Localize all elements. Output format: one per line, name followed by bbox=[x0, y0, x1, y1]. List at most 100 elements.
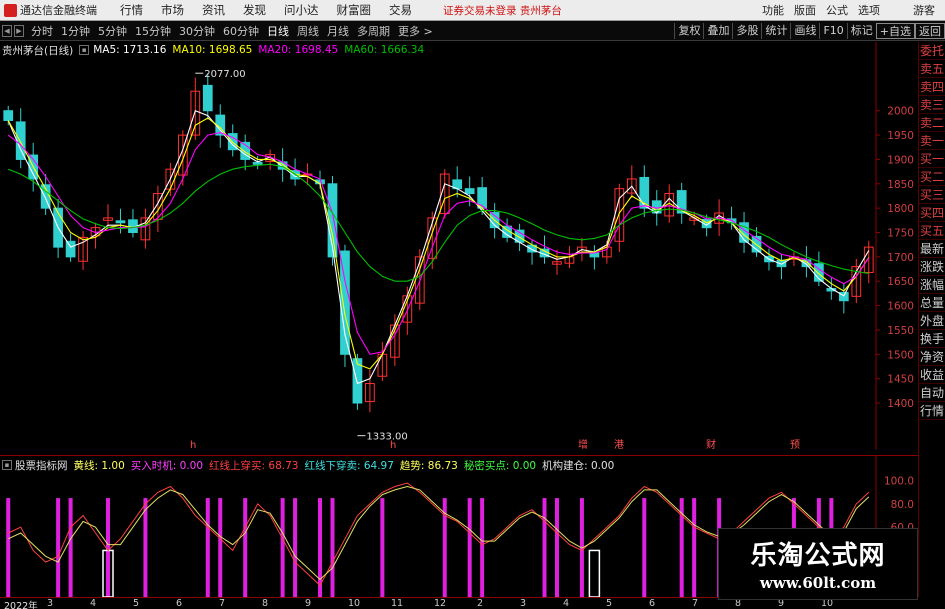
price-tick-label: 1600 bbox=[887, 301, 914, 313]
event-marker: 港 bbox=[614, 439, 624, 450]
indicator-bar bbox=[68, 498, 73, 597]
event-marker: 预 bbox=[790, 439, 800, 450]
login-alert[interactable]: 证券交易未登录 贵州茅台 bbox=[443, 3, 562, 18]
sidebar-item-volume[interactable]: 总量 bbox=[919, 294, 945, 312]
sidebar-item-sell1[interactable]: 卖一 bbox=[919, 132, 945, 150]
sidebar-item-buy5[interactable]: 买五 bbox=[919, 222, 945, 240]
indicator-settings-icon[interactable]: ▪ bbox=[2, 460, 12, 470]
time-axis-label: 4 bbox=[563, 598, 570, 609]
candle-body bbox=[464, 188, 475, 195]
back-button[interactable]: 返回 bbox=[915, 22, 945, 39]
multi-stock-button[interactable]: 多股 bbox=[732, 22, 761, 39]
ma60-label: MA60: 1666.34 bbox=[344, 44, 425, 56]
period-more[interactable]: 更多 > bbox=[394, 23, 437, 39]
sidebar-item-latest[interactable]: 最新 bbox=[919, 240, 945, 258]
sidebar-item-buy3[interactable]: 买三 bbox=[919, 186, 945, 204]
ma20-line bbox=[7, 132, 870, 355]
time-axis-label: 4 bbox=[90, 598, 97, 609]
time-axis-label: 3 bbox=[520, 598, 527, 609]
sidebar-item-sell2[interactable]: 卖二 bbox=[919, 114, 945, 132]
price-tick-label: 1950 bbox=[887, 130, 914, 142]
indicator-info-bar: ▪ 股票指标网 黄线: 1.00 买入时机: 0.00 红线上穿买: 68.73… bbox=[2, 458, 620, 472]
price-tick-label: 1900 bbox=[887, 154, 914, 166]
candle-body bbox=[15, 121, 26, 160]
menu-formula[interactable]: 公式 bbox=[821, 2, 853, 18]
menu-item-ask[interactable]: 问小达 bbox=[275, 2, 328, 18]
period-daily[interactable]: 日线 bbox=[263, 23, 293, 39]
indicator-bar bbox=[692, 498, 697, 597]
time-axis-label: 12 bbox=[434, 598, 447, 609]
time-axis-label: 5 bbox=[133, 598, 140, 609]
indicator-bar bbox=[218, 498, 223, 597]
sidebar-item-buy1[interactable]: 买一 bbox=[919, 150, 945, 168]
period-5min[interactable]: 5分钟 bbox=[94, 23, 131, 39]
indicator-bar bbox=[280, 498, 285, 597]
menu-item-market[interactable]: 市场 bbox=[152, 2, 193, 18]
sidebar-item-sell5[interactable]: 卖五 bbox=[919, 60, 945, 78]
indicator-signal-box bbox=[588, 549, 601, 597]
draw-button[interactable]: 画线 bbox=[790, 22, 819, 39]
indicator-bar bbox=[143, 498, 148, 597]
period-intraday[interactable]: 分时 bbox=[27, 23, 57, 39]
price-tick-label: 1400 bbox=[887, 398, 914, 410]
indicator-yellow: 黄线: 1.00 bbox=[73, 459, 125, 472]
sidebar-item-change[interactable]: 涨跌 bbox=[919, 258, 945, 276]
ma5-line bbox=[7, 109, 870, 385]
f10-button[interactable]: F10 bbox=[819, 22, 846, 39]
time-axis-label: 8 bbox=[262, 598, 269, 609]
prev-arrow-icon[interactable]: ◀ bbox=[2, 24, 12, 37]
candle-body bbox=[65, 240, 76, 258]
menu-item-wealth[interactable]: 财富圈 bbox=[328, 2, 381, 18]
price-tick-label: 2000 bbox=[887, 106, 914, 118]
price-tick-label: 1550 bbox=[887, 325, 914, 337]
kline-chart[interactable]: 1400 1450 1500 1550 1600 1650 1700 1750 1800 1850… bbox=[0, 42, 918, 450]
stats-button[interactable]: 统计 bbox=[761, 22, 790, 39]
settings-icon[interactable]: ▪ bbox=[79, 45, 90, 55]
sidebar-item-quote[interactable]: 行情 bbox=[919, 402, 945, 420]
period-multi[interactable]: 多周期 bbox=[353, 23, 394, 39]
menu-options[interactable]: 选项 bbox=[853, 2, 885, 18]
mark-button[interactable]: 标记 bbox=[846, 22, 876, 39]
menu-item-news[interactable]: 资讯 bbox=[193, 2, 234, 18]
time-axis-label: 9 bbox=[305, 598, 312, 609]
indicator-bar bbox=[6, 498, 11, 597]
period-30min[interactable]: 30分钟 bbox=[175, 23, 219, 39]
period-15min[interactable]: 15分钟 bbox=[131, 23, 175, 39]
sidebar-item-sell3[interactable]: 卖三 bbox=[919, 96, 945, 114]
menu-function[interactable]: 功能 bbox=[757, 2, 789, 18]
watermark-logo: 乐淘公式网 www.60lt.com bbox=[718, 528, 918, 600]
stock-title: 贵州茅台(日线) bbox=[2, 44, 74, 57]
indicator-red-cross-up: 红线上穿买: 68.73 bbox=[209, 459, 299, 472]
next-arrow-icon[interactable]: ▶ bbox=[14, 24, 24, 37]
indicator-red-cross-down: 红线下穿卖: 64.97 bbox=[304, 459, 394, 472]
price-tick-label: 1850 bbox=[887, 179, 914, 191]
sidebar-item-earnings[interactable]: 收益 bbox=[919, 366, 945, 384]
sidebar-item-outer[interactable]: 外盘 bbox=[919, 312, 945, 330]
indicator-bar bbox=[554, 498, 559, 597]
sidebar-item-change-pct[interactable]: 涨幅 bbox=[919, 276, 945, 294]
overlay-button[interactable]: 叠加 bbox=[703, 22, 732, 39]
candle-body bbox=[252, 161, 263, 165]
ma10-line bbox=[7, 117, 870, 370]
ma5-label: MA5: 1713.16 bbox=[93, 44, 167, 56]
sidebar-item-net-asset[interactable]: 净资 bbox=[919, 348, 945, 366]
sidebar-item-sell4[interactable]: 卖四 bbox=[919, 78, 945, 96]
menu-item-trade[interactable]: 交易 bbox=[380, 2, 421, 18]
add-watchlist-button[interactable]: +自选 bbox=[875, 22, 915, 39]
sidebar-item-auto[interactable]: 自动 bbox=[919, 384, 945, 402]
menu-item-discover[interactable]: 发现 bbox=[234, 2, 275, 18]
period-monthly[interactable]: 月线 bbox=[323, 23, 353, 39]
sidebar-item-buy4[interactable]: 买四 bbox=[919, 204, 945, 222]
menu-layout[interactable]: 版面 bbox=[789, 2, 821, 18]
adjust-button[interactable]: 复权 bbox=[674, 22, 703, 39]
guest-button[interactable]: 游客 bbox=[913, 2, 945, 18]
sidebar-item-buy2[interactable]: 买二 bbox=[919, 168, 945, 186]
menu-item-quotes[interactable]: 行情 bbox=[111, 2, 152, 18]
event-marker: h bbox=[390, 440, 396, 450]
period-1min[interactable]: 1分钟 bbox=[57, 23, 94, 39]
period-weekly[interactable]: 周线 bbox=[293, 23, 323, 39]
sidebar-item-turnover[interactable]: 换手 bbox=[919, 330, 945, 348]
sidebar-item-entrust[interactable]: 委托 bbox=[919, 42, 945, 60]
time-axis-label: 2 bbox=[477, 598, 484, 609]
period-60min[interactable]: 60分钟 bbox=[219, 23, 263, 39]
